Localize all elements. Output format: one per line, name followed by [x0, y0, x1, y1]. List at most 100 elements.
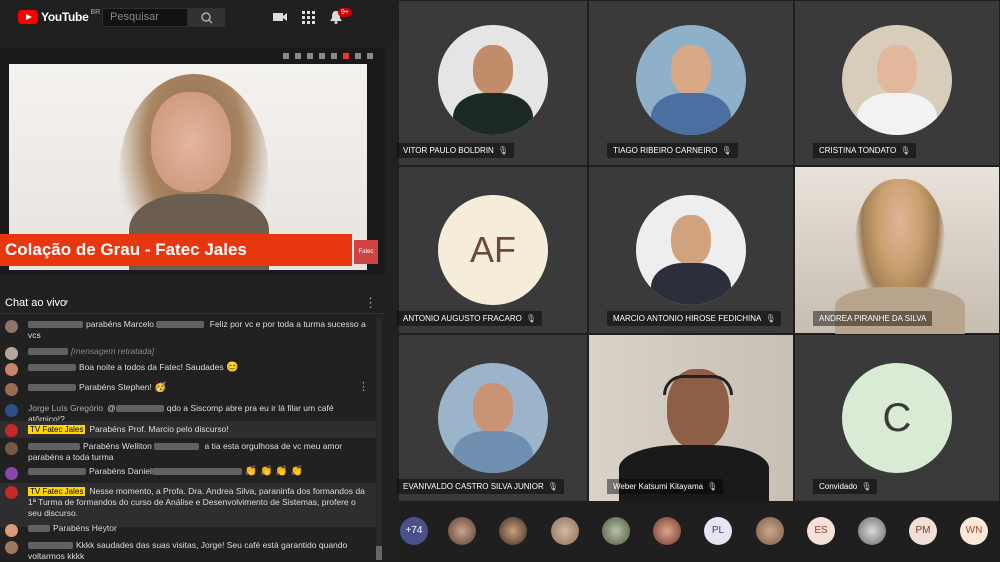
chat-message: Parabéns Welliton a tia esta orgulhosa d… [0, 441, 376, 463]
participant-avatar[interactable] [602, 517, 630, 545]
microphone-muted-icon: 🎙 [861, 482, 872, 491]
chat-message: Parabéns Heytor [0, 523, 376, 537]
chat-scrollbar[interactable] [376, 318, 382, 560]
participant-name: ANDREA PIRANHE DA SILVA [813, 311, 933, 326]
fatec-logo: Fatec [354, 240, 378, 264]
avatar [5, 486, 18, 499]
chat-header: Chat ao vivo ▼ ⋮ [0, 290, 385, 314]
participant-name: EVANIVALDO CASTRO SILVA JUNIOR 🎙 [397, 479, 564, 494]
microphone-muted-icon: 🎙 [707, 482, 718, 491]
emoji: 😊 [225, 362, 239, 373]
participant-initials: AF [438, 195, 548, 305]
participant-initials: C [842, 363, 952, 473]
youtube-panel: YouTube BR Pesquisar 9+ Colação de Grau … [0, 0, 398, 562]
participant-name: Convidado 🎙 [813, 479, 878, 494]
message-text: parabéns Marcelo [86, 319, 157, 329]
participant-avatar[interactable]: PL [704, 517, 732, 545]
participant-photo [842, 25, 952, 135]
participant-avatar[interactable] [551, 517, 579, 545]
microphone-muted-icon: 🎙 [900, 146, 911, 155]
author-name: Jorge Luís Gregório [28, 403, 104, 413]
more-options-icon[interactable]: ⋮ [358, 382, 369, 393]
avatar [5, 383, 18, 396]
participant-tile[interactable]: C Convidado 🎙 [794, 334, 1000, 502]
participant-tile[interactable]: MARCIO ANTONIO HIROSE FEDICHINA 🎙 [588, 166, 794, 334]
youtube-logo-icon [18, 10, 38, 24]
author-badge: TV Fatec Jales [28, 487, 86, 496]
participant-tile[interactable]: CRISTINA TONDATO 🎙 [794, 0, 1000, 166]
participant-name: VITOR PAULO BOLDRIN 🎙 [397, 143, 514, 158]
participant-photo [438, 25, 548, 135]
avatar [5, 347, 18, 360]
avatar [5, 467, 18, 480]
more-participants-button[interactable]: +74 [400, 517, 428, 545]
camera-icon[interactable] [272, 10, 288, 24]
participant-name: ANTONIO AUGUSTO FRACARO 🎙 [397, 311, 542, 326]
participant-video[interactable]: ANDREA PIRANHE DA SILVA [794, 166, 1000, 335]
participant-avatar[interactable] [499, 517, 527, 545]
message-text: Parabéns Prof. Marcio pelo discurso! [89, 424, 229, 434]
chat-message: Kkkk saudades das suas visitas, Jorge! S… [0, 540, 376, 562]
participant-photo [636, 25, 746, 135]
country-code: BR [90, 8, 101, 16]
participant-avatar[interactable]: WN [960, 517, 988, 545]
message-text: Parabéns Heytor [53, 523, 117, 533]
avatar [5, 541, 18, 554]
message-text: Boa noite a todos da Fatec! Saudades [79, 362, 224, 372]
chat-list: parabéns Marcelo Feliz por vc e por toda… [0, 316, 376, 562]
microphone-muted-icon: 🎙 [547, 482, 558, 491]
search-button[interactable] [188, 8, 225, 27]
chat-message: Parabéns Daniel 👏 👏 👏 👏 [0, 466, 376, 480]
participant-avatar[interactable]: ES [807, 517, 835, 545]
participant-avatar[interactable] [756, 517, 784, 545]
chat-message: parabéns Marcelo Feliz por vc e por toda… [0, 319, 376, 341]
message-text: Parabéns Welliton [83, 441, 155, 451]
author-badge: TV Fatec Jales [28, 425, 86, 434]
emoji: 👏 👏 👏 👏 [244, 466, 303, 477]
participant-avatar[interactable] [653, 517, 681, 545]
search-input[interactable]: Pesquisar [102, 8, 188, 27]
avatar [5, 424, 18, 437]
microphone-muted-icon: 🎙 [497, 146, 508, 155]
participant-name: Weber Katsumi Kitayama 🎙 [607, 479, 724, 494]
participant-avatar[interactable] [858, 517, 886, 545]
participant-video[interactable]: Weber Katsumi Kitayama 🎙 [588, 334, 794, 503]
brand-name: YouTube [41, 10, 89, 24]
message-text: Kkkk saudades das suas visitas, Jorge! S… [28, 540, 348, 561]
participant-tile[interactable]: AF ANTONIO AUGUSTO FRACARO 🎙 [397, 166, 588, 334]
avatar [5, 363, 18, 376]
search-icon [201, 12, 213, 24]
notification-badge: 9+ [338, 8, 352, 17]
avatar [5, 320, 18, 333]
participant-photo [438, 363, 548, 473]
message-text: Parabéns Daniel [89, 466, 152, 476]
chat-message: Parabéns Stephen! 🥳 ⋮ [0, 382, 376, 396]
participant-name: CRISTINA TONDATO 🎙 [813, 143, 917, 158]
apps-grid-icon[interactable] [300, 10, 316, 24]
youtube-logo[interactable]: YouTube BR [18, 8, 101, 24]
emoji: 🥳 [154, 382, 167, 393]
microphone-muted-icon: 🎙 [765, 314, 776, 323]
message-text: @ [107, 403, 116, 413]
chat-title[interactable]: Chat ao vivo [5, 297, 66, 309]
more-options-icon[interactable]: ⋮ [364, 295, 377, 311]
video-window-toolbar [9, 50, 379, 62]
participant-tile[interactable]: TIAGO RIBEIRO CARNEIRO 🎙 [588, 0, 794, 166]
participant-name: TIAGO RIBEIRO CARNEIRO 🎙 [607, 143, 738, 158]
message-text: [mensagem retratada] [71, 346, 155, 356]
chat-message: TV Fatec Jales Nesse momento, a Profa. Dr… [0, 483, 376, 527]
chat-message: TV Fatec Jales Parabéns Prof. Marcio pelo… [0, 421, 376, 438]
chat-message: [mensagem retratada] [0, 346, 376, 360]
participant-tile[interactable]: EVANIVALDO CASTRO SILVA JUNIOR 🎙 [397, 334, 588, 502]
participant-name: MARCIO ANTONIO HIROSE FEDICHINA 🎙 [607, 311, 782, 326]
participant-photo [636, 195, 746, 305]
lower-third-title: Colação de Grau - Fatec Jales [0, 234, 352, 266]
chevron-down-icon[interactable]: ▼ [62, 298, 70, 307]
avatar [5, 442, 18, 455]
chat-message: Boa noite a todos da Fatec! Saudades 😊 [0, 362, 376, 376]
participant-avatar[interactable]: PM [909, 517, 937, 545]
microphone-muted-icon: 🎙 [525, 314, 536, 323]
youtube-topbar: YouTube BR Pesquisar 9+ [0, 0, 398, 36]
participant-avatar[interactable] [448, 517, 476, 545]
participant-tile[interactable]: VITOR PAULO BOLDRIN 🎙 [397, 0, 588, 166]
